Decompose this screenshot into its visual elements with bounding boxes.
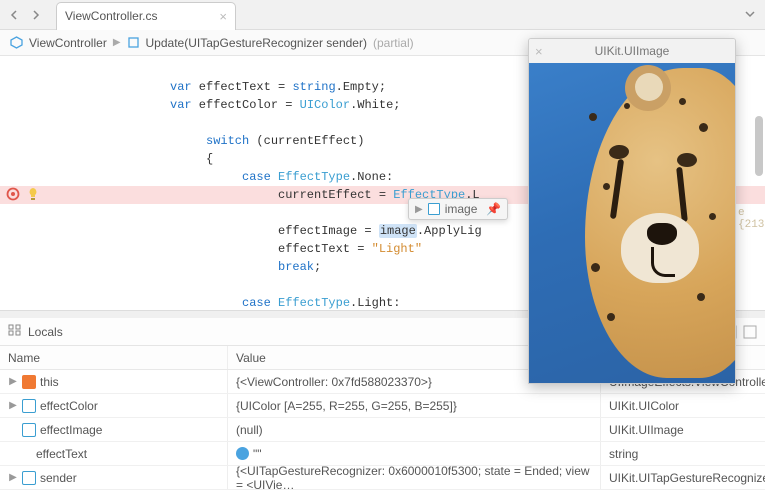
- column-name[interactable]: Name: [0, 346, 228, 369]
- locals-row[interactable]: effectText "" string: [0, 442, 765, 466]
- preview-title: UIKit.UIImage: [595, 44, 670, 58]
- vertical-scrollbar[interactable]: [755, 116, 763, 176]
- variable-hover-popup[interactable]: ▶ image 📌: [408, 198, 508, 220]
- string-visualizer-icon[interactable]: [236, 447, 249, 460]
- breadcrumb-item[interactable]: ViewController: [29, 36, 107, 50]
- toolbar: ViewController.cs ×: [0, 0, 765, 30]
- chevron-right-icon: ▶: [113, 37, 121, 48]
- breakpoint-icon[interactable]: [6, 187, 20, 201]
- disclosure-icon[interactable]: ▶: [8, 472, 18, 483]
- hover-variable-name: image: [445, 202, 478, 216]
- class-icon: [10, 36, 23, 49]
- locals-row[interactable]: effectImage (null) UIKit.UIImage: [0, 418, 765, 442]
- file-tab[interactable]: ViewController.cs ×: [56, 2, 236, 30]
- pin-icon[interactable]: 📌: [486, 202, 501, 216]
- tab-title: ViewController.cs: [65, 9, 157, 23]
- nav-back-button[interactable]: [4, 5, 24, 25]
- lightbulb-icon[interactable]: [26, 187, 40, 201]
- close-icon[interactable]: ×: [219, 9, 227, 24]
- overflow-text: e {213.333: [738, 207, 765, 231]
- gutter: [0, 56, 60, 318]
- object-icon: [22, 423, 36, 437]
- breadcrumb-item[interactable]: Update(UITapGestureRecognizer sender): [146, 36, 367, 50]
- object-icon: [22, 471, 36, 485]
- locals-row[interactable]: ▶sender {<UITapGestureRecognizer: 0x6000…: [0, 466, 765, 490]
- locals-rows: ▶this {<ViewController: 0x7fd588023370>}…: [0, 370, 765, 490]
- locals-title: Locals: [28, 325, 63, 339]
- disclosure-icon[interactable]: ▶: [8, 400, 18, 411]
- locals-row[interactable]: ▶effectColor {UIColor [A=255, R=255, G=2…: [0, 394, 765, 418]
- disclosure-icon[interactable]: ▶: [415, 204, 423, 215]
- disclosure-icon[interactable]: ▶: [8, 376, 18, 387]
- object-icon: [428, 203, 440, 215]
- maximize-icon[interactable]: [743, 325, 757, 339]
- instance-icon: [22, 375, 36, 389]
- preview-titlebar[interactable]: × UIKit.UIImage: [529, 39, 735, 63]
- close-icon[interactable]: ×: [535, 44, 543, 59]
- image-preview-panel[interactable]: × UIKit.UIImage: [528, 38, 736, 384]
- nav-forward-button[interactable]: [26, 5, 46, 25]
- breadcrumb-suffix: (partial): [373, 36, 414, 50]
- locals-icon: [8, 323, 22, 340]
- toolbar-overflow-button[interactable]: [745, 8, 755, 22]
- preview-image: [529, 63, 735, 383]
- object-icon: [22, 399, 36, 413]
- method-icon: [127, 36, 140, 49]
